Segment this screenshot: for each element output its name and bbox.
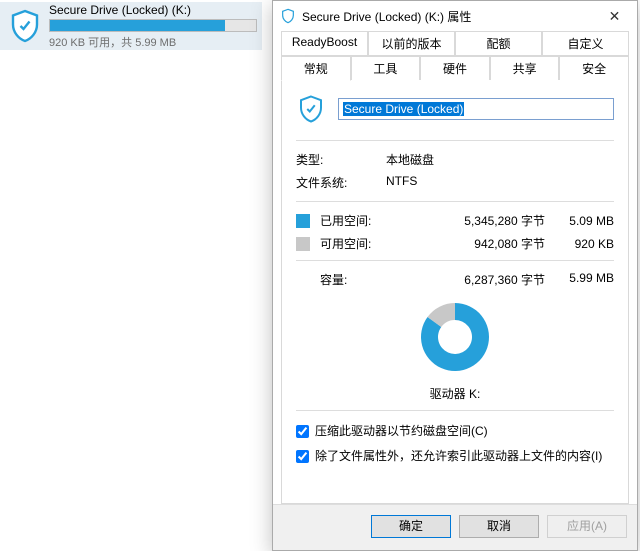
drive-label: 驱动器 K: xyxy=(296,385,614,402)
used-human: 5.09 MB xyxy=(559,214,614,228)
shield-icon xyxy=(296,94,326,124)
general-panel: Secure Drive (Locked) 类型: 本地磁盘 文件系统: NTF… xyxy=(281,79,629,504)
separator xyxy=(296,410,614,411)
tab-sharing[interactable]: 共享 xyxy=(490,56,560,80)
tab-row-2: 常规 工具 硬件 共享 安全 xyxy=(281,56,629,80)
type-label: 类型: xyxy=(296,151,386,168)
titlebar[interactable]: Secure Drive (Locked) (K:) 属性 ✕ xyxy=(273,1,637,31)
fs-value: NTFS xyxy=(386,174,417,191)
capacity-label: 容量: xyxy=(296,271,395,288)
dialog-buttons: 确定 取消 应用(A) xyxy=(273,504,637,550)
used-label: 已用空间: xyxy=(320,212,395,229)
drive-info: Secure Drive (Locked) (K:) 920 KB 可用，共 5… xyxy=(45,3,257,50)
apply-button[interactable]: 应用(A) xyxy=(547,515,627,538)
compress-checkbox-input[interactable] xyxy=(296,425,309,438)
drive-name: Secure Drive (Locked) (K:) xyxy=(49,3,257,17)
tab-readyboost[interactable]: ReadyBoost xyxy=(281,31,368,56)
compress-checkbox[interactable]: 压缩此驱动器以节约磁盘空间(C) xyxy=(296,423,614,440)
free-bytes: 942,080 字节 xyxy=(395,235,559,252)
capacity-row: 容量: 6,287,360 字节 5.99 MB xyxy=(296,271,614,288)
window-title: Secure Drive (Locked) (K:) 属性 xyxy=(302,8,592,25)
space-block: 已用空间: 5,345,280 字节 5.09 MB 可用空间: 942,080… xyxy=(296,212,614,402)
volume-name-row: Secure Drive (Locked) xyxy=(296,94,614,124)
cancel-button[interactable]: 取消 xyxy=(459,515,539,538)
used-space-row: 已用空间: 5,345,280 字节 5.09 MB xyxy=(296,212,614,229)
pie-chart xyxy=(296,298,614,379)
tab-security[interactable]: 安全 xyxy=(559,56,629,80)
shield-icon xyxy=(5,6,45,46)
tabs: ReadyBoost 以前的版本 配额 自定义 常规 工具 硬件 共享 安全 xyxy=(281,31,629,80)
separator xyxy=(296,140,614,141)
separator xyxy=(296,260,614,261)
tab-customize[interactable]: 自定义 xyxy=(542,31,629,56)
compress-label: 压缩此驱动器以节约磁盘空间(C) xyxy=(315,423,488,440)
tab-quota[interactable]: 配额 xyxy=(455,31,542,56)
meta-block: 类型: 本地磁盘 文件系统: NTFS xyxy=(296,151,614,191)
used-swatch xyxy=(296,214,310,228)
fs-label: 文件系统: xyxy=(296,174,386,191)
free-human: 920 KB xyxy=(559,237,614,251)
volume-name-input[interactable]: Secure Drive (Locked) xyxy=(338,98,614,120)
separator xyxy=(296,201,614,202)
close-button[interactable]: ✕ xyxy=(592,1,637,31)
capacity-human: 5.99 MB xyxy=(559,271,614,288)
index-label: 除了文件属性外，还允许索引此驱动器上文件的内容(I) xyxy=(315,448,602,465)
drive-subtext: 920 KB 可用，共 5.99 MB xyxy=(49,34,257,50)
usage-bar xyxy=(49,19,257,32)
tab-general[interactable]: 常规 xyxy=(281,56,351,81)
type-value: 本地磁盘 xyxy=(386,151,434,168)
ok-button[interactable]: 确定 xyxy=(371,515,451,538)
tab-tools[interactable]: 工具 xyxy=(351,56,421,80)
checkboxes: 压缩此驱动器以节约磁盘空间(C) 除了文件属性外，还允许索引此驱动器上文件的内容… xyxy=(296,423,614,465)
properties-window: Secure Drive (Locked) (K:) 属性 ✕ ReadyBoo… xyxy=(272,0,638,551)
capacity-bytes: 6,287,360 字节 xyxy=(395,271,559,288)
tab-hardware[interactable]: 硬件 xyxy=(420,56,490,80)
shield-icon xyxy=(280,8,296,24)
free-space-row: 可用空间: 942,080 字节 920 KB xyxy=(296,235,614,252)
drive-list-item[interactable]: Secure Drive (Locked) (K:) 920 KB 可用，共 5… xyxy=(0,2,262,50)
volume-name-text: Secure Drive (Locked) xyxy=(343,102,464,116)
free-swatch xyxy=(296,237,310,251)
usage-bar-fill xyxy=(50,20,225,31)
tab-row-1: ReadyBoost 以前的版本 配额 自定义 xyxy=(281,31,629,56)
tab-previous-versions[interactable]: 以前的版本 xyxy=(368,31,455,56)
used-bytes: 5,345,280 字节 xyxy=(395,212,559,229)
free-label: 可用空间: xyxy=(320,235,395,252)
index-checkbox-input[interactable] xyxy=(296,450,309,463)
index-checkbox[interactable]: 除了文件属性外，还允许索引此驱动器上文件的内容(I) xyxy=(296,448,614,465)
